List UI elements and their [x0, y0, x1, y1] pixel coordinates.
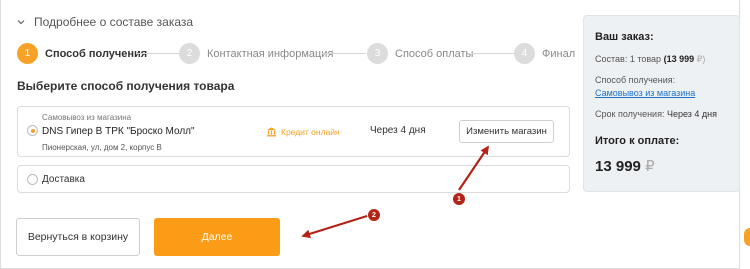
time-value: Через 4 дня	[666, 109, 718, 119]
back-to-cart-button[interactable]: Вернуться в корзину	[16, 218, 140, 256]
step-number: 3	[367, 43, 388, 64]
delivery-label: Доставка	[42, 174, 85, 185]
composition-label: Состав:	[595, 54, 628, 64]
step-connector	[322, 53, 366, 54]
chevron-down-icon	[17, 20, 25, 25]
step-label: Контактная информация	[207, 47, 334, 60]
total-currency: ₽	[645, 158, 655, 175]
method-link[interactable]: Самовывоз из магазина	[595, 88, 695, 98]
store-name: DNS Гипер В ТРК "Броско Молл"	[42, 126, 195, 137]
step-contact-info[interactable]: 2 Контактная информация	[179, 43, 333, 64]
order-summary: Ваш заказ: Состав: 1 товар (13 999 ₽) Сп…	[583, 15, 740, 192]
step-connector	[472, 53, 514, 54]
annotation-badge-1: 1	[453, 193, 465, 205]
step-label: Способ получения	[45, 47, 148, 60]
composition-count: 1 товар	[629, 54, 662, 64]
composition-currency: ₽)	[696, 54, 706, 64]
checkout-steps: 1 Способ получения 2 Контактная информац…	[17, 43, 575, 65]
total-value: 13 999	[595, 158, 641, 175]
order-details-label: Подробнее о составе заказа	[34, 15, 194, 29]
section-title: Выберите способ получения товара	[17, 79, 235, 93]
pickup-eta: Через 4 дня	[370, 125, 426, 136]
summary-composition: Состав: 1 товар (13 999 ₽)	[595, 54, 705, 65]
summary-title: Ваш заказ:	[595, 31, 654, 43]
pickup-option[interactable]: Самовывоз из магазина DNS Гипер В ТРК "Б…	[17, 106, 570, 157]
step-final[interactable]: 4 Финал	[514, 43, 575, 64]
floating-widget-tab[interactable]	[744, 228, 750, 246]
step-number: 4	[514, 43, 535, 64]
step-pickup-method[interactable]: 1 Способ получения	[17, 43, 147, 64]
step-connector	[137, 53, 179, 54]
step-label: Финал	[542, 47, 576, 60]
next-button[interactable]: Далее	[154, 218, 280, 256]
change-store-button[interactable]: Изменить магазин	[459, 120, 554, 143]
step-payment-method[interactable]: 3 Способ оплаты	[367, 43, 473, 64]
total-label: Итого к оплате:	[595, 135, 680, 147]
step-number: 2	[179, 43, 200, 64]
pickup-kicker: Самовывоз из магазина	[42, 113, 132, 122]
pickup-time: Срок получения: Через 4 дня	[595, 109, 717, 119]
total-amount: 13 999 ₽	[595, 157, 655, 175]
bank-icon	[266, 127, 277, 137]
step-number: 1	[17, 43, 38, 64]
store-address: Пионерская, ул, дом 2, корпус В	[42, 143, 162, 152]
annotation-badge-2: 2	[368, 209, 380, 221]
method-label: Способ получения:	[595, 75, 676, 85]
step-label: Способ оплаты	[395, 47, 474, 60]
credit-online: Кредит онлайн	[266, 126, 340, 137]
order-details-toggle[interactable]: Подробнее о составе заказа	[16, 15, 193, 29]
pickup-radio[interactable]	[27, 125, 38, 136]
delivery-option[interactable]: Доставка	[17, 165, 570, 193]
composition-sum: (13 999	[663, 54, 695, 64]
time-label: Срок получения:	[595, 109, 665, 119]
delivery-radio[interactable]	[27, 174, 38, 185]
credit-label: Кредит онлайн	[281, 126, 340, 137]
